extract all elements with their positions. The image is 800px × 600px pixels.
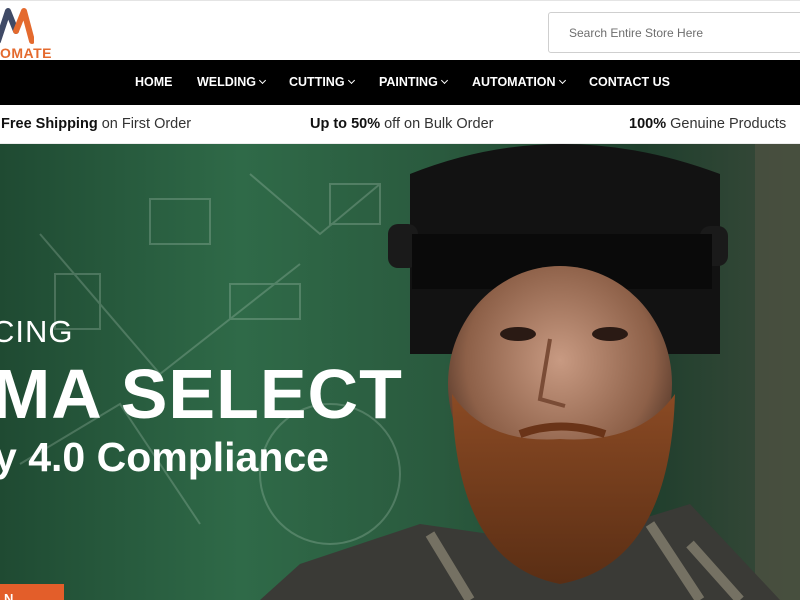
- chevron-down-icon: [258, 76, 267, 85]
- nav-item-contact-us[interactable]: CONTACT US: [589, 60, 670, 105]
- nav-item-label: WELDING: [197, 75, 257, 89]
- logo-mark-icon: [0, 8, 34, 44]
- nav-item-label: HOME: [135, 75, 173, 89]
- nav-item-automation[interactable]: AUTOMATION: [472, 60, 566, 105]
- promo-bold: 100%: [629, 116, 667, 132]
- promo-genuine-products: 100% Genuine Products: [629, 105, 786, 144]
- nav-item-label: PAINTING: [379, 75, 438, 89]
- logo-text: OMATE: [0, 45, 53, 61]
- chevron-down-icon: [558, 76, 566, 85]
- hero-title: MA SELECT: [0, 355, 403, 433]
- hero-subtitle: y 4.0 Compliance: [0, 434, 329, 480]
- nav-item-label: AUTOMATION: [472, 75, 556, 89]
- nav-item-painting[interactable]: PAINTING: [379, 60, 448, 105]
- site-header: OMATE: [0, 0, 800, 61]
- promo-free-shipping: Free Shipping on First Order: [1, 105, 191, 144]
- promo-text: off on Bulk Order: [380, 116, 494, 132]
- hero-banner[interactable]: CING MA SELECT y 4.0 Compliance N: [0, 144, 800, 600]
- nav-item-home[interactable]: HOME: [135, 60, 173, 105]
- chevron-down-icon: [347, 76, 355, 85]
- promo-bold: Free Shipping: [1, 116, 98, 132]
- nav-item-label: CONTACT US: [589, 75, 671, 89]
- nav-item-welding[interactable]: WELDING: [197, 60, 267, 105]
- nav-item-cutting[interactable]: CUTTING: [289, 60, 355, 105]
- main-nav: HOME WELDING CUTTING PAINTING AUTOMATION…: [0, 60, 800, 105]
- search-box[interactable]: [548, 12, 800, 53]
- site-logo[interactable]: OMATE: [0, 3, 70, 61]
- hero-cta-button[interactable]: N: [0, 584, 64, 600]
- nav-item-label: CUTTING: [289, 75, 345, 89]
- chevron-down-icon: [440, 76, 448, 85]
- hero-kicker: CING: [0, 314, 74, 349]
- search-input[interactable]: [549, 13, 800, 52]
- promo-bold: Up to 50%: [310, 116, 381, 132]
- promo-bulk-order: Up to 50% off on Bulk Order: [310, 105, 493, 144]
- promo-bar: Free Shipping on First Order Up to 50% o…: [0, 105, 800, 144]
- promo-text: Genuine Products: [666, 116, 787, 132]
- promo-text: on First Order: [97, 116, 192, 132]
